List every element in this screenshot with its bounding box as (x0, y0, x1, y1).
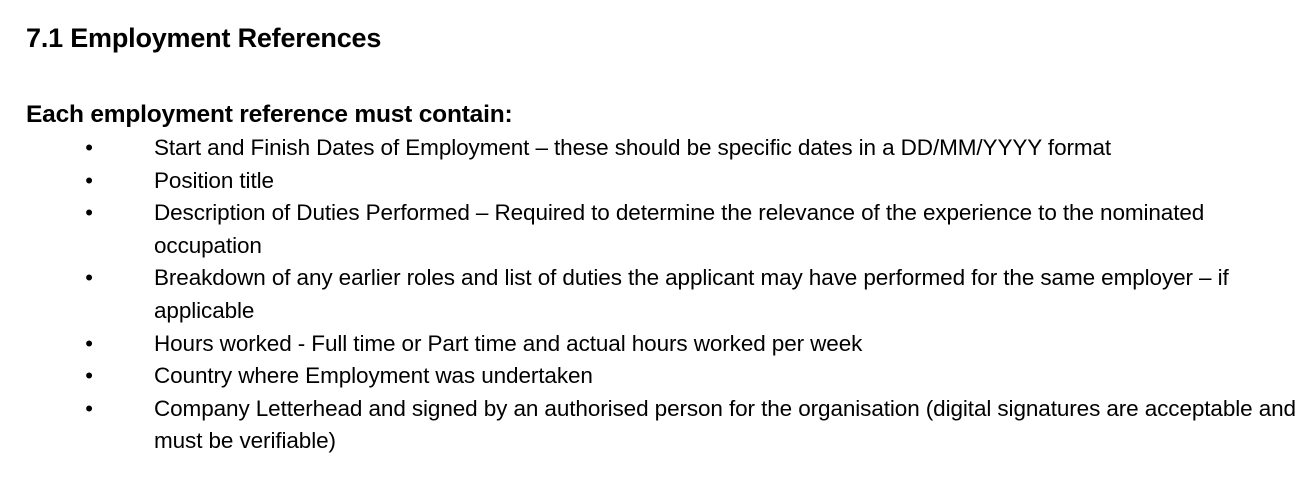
list-item: • Company Letterhead and signed by an au… (26, 393, 1296, 458)
list-item: • Country where Employment was undertake… (26, 360, 1296, 393)
list-item-text: Start and Finish Dates of Employment – t… (154, 135, 1112, 160)
list-item-text: Hours worked - Full time or Part time an… (154, 330, 863, 356)
list-item-text: Description of Duties Performed – Requir… (154, 200, 1205, 258)
bullet-icon: • (85, 265, 93, 291)
bullet-icon: • (85, 135, 93, 160)
document-body: 7.1 Employment References Each employmen… (26, 18, 1296, 458)
list-item-text: Position title (154, 167, 274, 193)
list-item-text: Breakdown of any earlier roles and list … (154, 265, 1229, 323)
bullet-icon: • (85, 200, 93, 226)
list-item: • Hours worked - Full time or Part time … (26, 328, 1296, 361)
list-item: • Description of Duties Performed – Requ… (26, 197, 1296, 262)
bullet-icon: • (85, 167, 93, 193)
bullet-icon: • (85, 363, 93, 389)
requirements-subheading: Each employment reference must contain: (26, 101, 513, 128)
requirements-list: • Start and Finish Dates of Employment –… (26, 132, 1296, 458)
list-item-text: Country where Employment was undertaken (154, 363, 593, 389)
list-item: • Breakdown of any earlier roles and lis… (26, 262, 1296, 327)
list-item: • Start and Finish Dates of Employment –… (26, 132, 1296, 165)
list-item: • Position title (26, 165, 1296, 198)
bullet-icon: • (85, 395, 93, 421)
list-item-text: Company Letterhead and signed by an auth… (154, 395, 1296, 454)
bullet-icon: • (85, 330, 93, 356)
section-heading: 7.1 Employment References (26, 23, 382, 53)
